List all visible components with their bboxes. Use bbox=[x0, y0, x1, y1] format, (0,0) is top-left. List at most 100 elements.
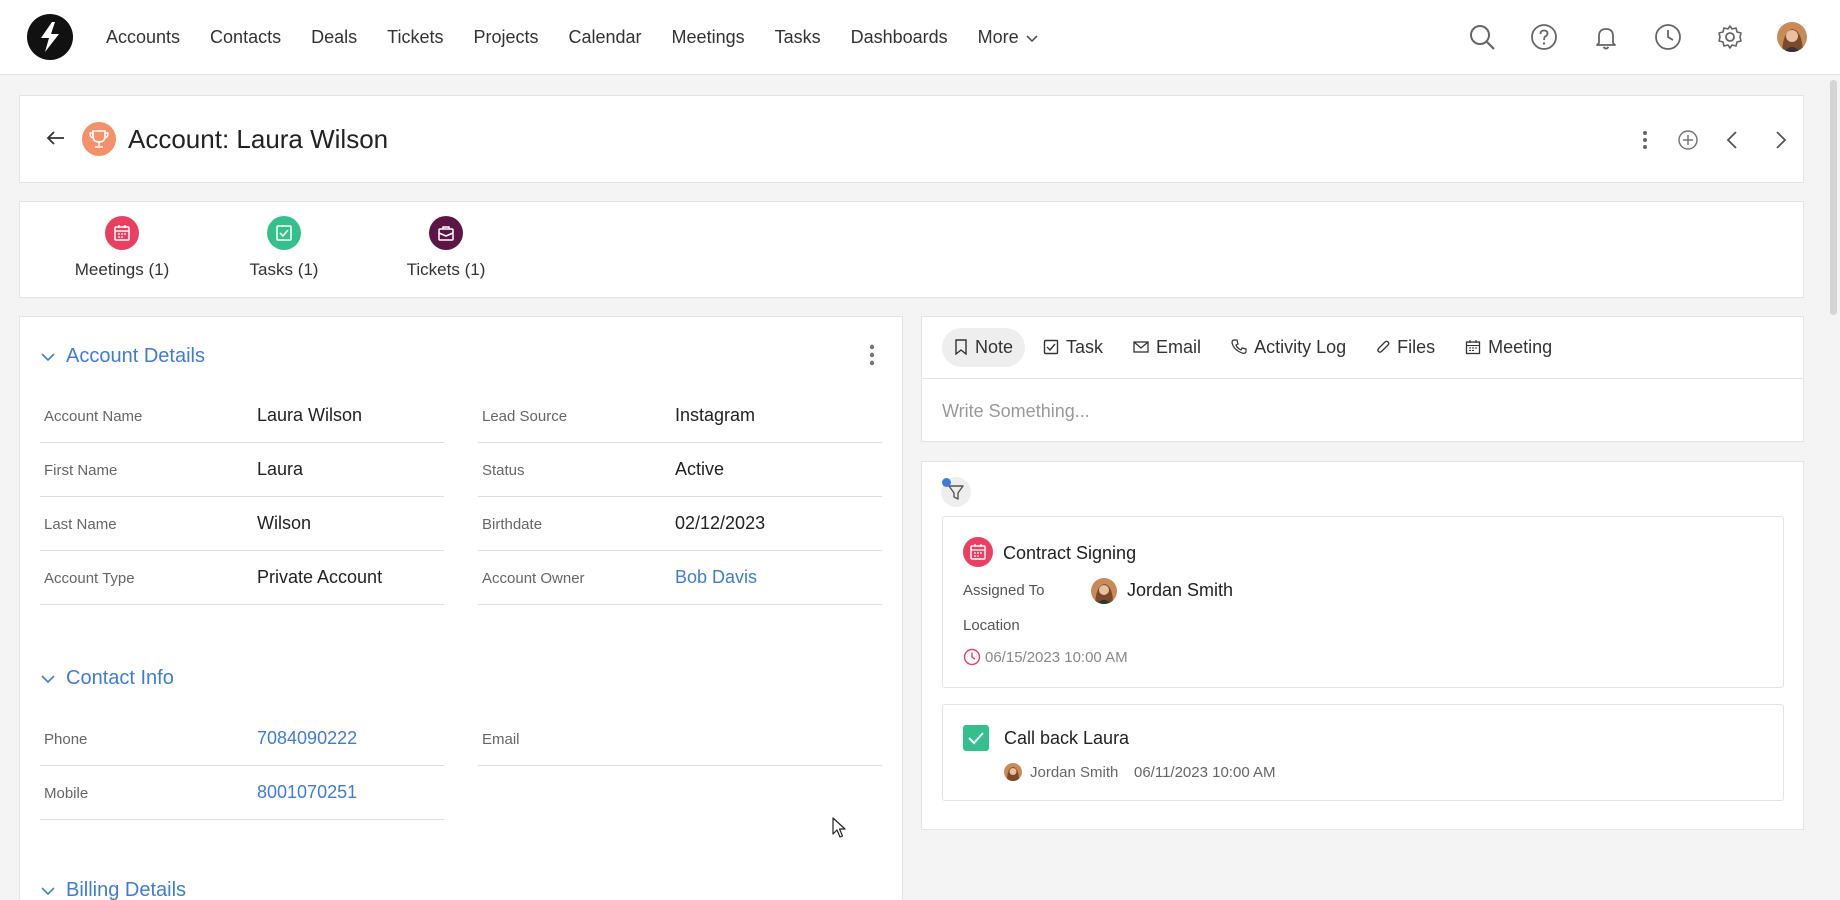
location-label: Location bbox=[963, 617, 1020, 634]
tab-meeting[interactable]: Meeting bbox=[1453, 328, 1564, 367]
calendar-icon bbox=[963, 537, 993, 567]
field-first-name: First Name Laura bbox=[40, 443, 444, 497]
field-value[interactable]: Instagram bbox=[675, 405, 755, 426]
contact-info-header[interactable]: Contact Info bbox=[40, 667, 174, 690]
composer-divider bbox=[922, 378, 1803, 379]
nav-item-contacts[interactable]: Contacts bbox=[210, 27, 281, 48]
tab-activity-log-label: Activity Log bbox=[1254, 336, 1347, 357]
task-check-icon bbox=[267, 216, 301, 250]
back-arrow-icon[interactable] bbox=[44, 126, 68, 150]
field-status: Status Active bbox=[478, 443, 882, 497]
section-more-icon[interactable] bbox=[867, 343, 877, 367]
contact-info-title: Contact Info bbox=[66, 667, 174, 689]
clock-icon bbox=[963, 648, 981, 666]
chevron-down-icon bbox=[41, 674, 55, 683]
related-meetings[interactable]: Meetings (1) bbox=[54, 216, 190, 280]
chevron-down-icon bbox=[41, 352, 55, 361]
meeting-datetime: 06/15/2023 10:00 AM bbox=[985, 649, 1128, 666]
more-options-icon[interactable] bbox=[1633, 128, 1657, 152]
field-value[interactable]: 02/12/2023 bbox=[675, 513, 765, 534]
nav-item-meetings[interactable]: Meetings bbox=[672, 27, 745, 48]
assignee-name[interactable]: Jordan Smith bbox=[1127, 580, 1233, 601]
meeting-title[interactable]: Contract Signing bbox=[1003, 543, 1136, 564]
tab-note[interactable]: Note bbox=[942, 327, 1026, 367]
activity-item-meeting[interactable]: Contract Signing Assigned To Jordan Smit… bbox=[942, 516, 1784, 688]
paperclip-icon bbox=[1377, 340, 1390, 353]
nav-item-deals[interactable]: Deals bbox=[311, 27, 357, 48]
composer-tabs: Note Task Email Activity Log Files Meeti… bbox=[942, 327, 1564, 367]
page-scrollbar-thumb[interactable] bbox=[1830, 80, 1837, 315]
assignee-avatar bbox=[1004, 763, 1022, 781]
field-value[interactable]: Wilson bbox=[257, 513, 311, 534]
nav-item-projects[interactable]: Projects bbox=[473, 27, 538, 48]
field-value[interactable]: Private Account bbox=[257, 567, 382, 588]
notification-bell-icon[interactable] bbox=[1592, 23, 1620, 51]
ticket-briefcase-icon bbox=[429, 216, 463, 250]
help-icon[interactable] bbox=[1530, 23, 1558, 51]
field-value[interactable]: Laura Wilson bbox=[257, 405, 362, 426]
billing-details-title: Billing Details bbox=[66, 879, 187, 900]
activity-item-task[interactable]: Call back Laura Jordan Smith 06/11/2023 … bbox=[942, 704, 1784, 801]
assigned-to-label: Assigned To bbox=[963, 582, 1045, 599]
related-tasks[interactable]: Tasks (1) bbox=[226, 216, 342, 280]
add-circle-icon[interactable] bbox=[1676, 128, 1700, 152]
account-details-title: Account Details bbox=[66, 345, 205, 367]
related-tickets[interactable]: Tickets (1) bbox=[384, 216, 508, 280]
field-phone: Phone 7084090222 bbox=[40, 712, 444, 766]
tab-files-label: Files bbox=[1397, 336, 1436, 357]
field-value[interactable]: Laura bbox=[257, 459, 303, 480]
user-avatar[interactable] bbox=[1777, 22, 1807, 52]
field-label: Account Owner bbox=[482, 570, 585, 587]
calendar-icon bbox=[1465, 340, 1481, 355]
nav-item-tickets[interactable]: Tickets bbox=[387, 27, 443, 48]
field-label: Lead Source bbox=[482, 408, 568, 425]
clock-icon[interactable] bbox=[1654, 23, 1682, 51]
tab-activity-log[interactable]: Activity Log bbox=[1219, 328, 1358, 367]
assignee-avatar bbox=[1091, 578, 1117, 604]
field-lead-source: Lead Source Instagram bbox=[478, 389, 882, 443]
search-icon[interactable] bbox=[1468, 23, 1496, 51]
account-details-header[interactable]: Account Details bbox=[40, 345, 205, 368]
nav-item-tasks[interactable]: Tasks bbox=[775, 27, 821, 48]
nav-more-menu[interactable]: More bbox=[978, 27, 1039, 48]
nav-item-accounts[interactable]: Accounts bbox=[106, 27, 180, 48]
task-assignee[interactable]: Jordan Smith bbox=[1030, 764, 1118, 781]
field-label: Mobile bbox=[44, 785, 89, 802]
field-label: Email bbox=[482, 731, 520, 748]
field-label: Status bbox=[482, 462, 525, 479]
tab-files[interactable]: Files bbox=[1364, 328, 1447, 367]
field-account-name: Account Name Laura Wilson bbox=[40, 389, 444, 443]
next-record-icon[interactable] bbox=[1768, 128, 1792, 152]
related-tasks-label: Tasks (1) bbox=[249, 260, 319, 279]
app-logo[interactable] bbox=[27, 14, 73, 60]
previous-record-icon[interactable] bbox=[1721, 128, 1745, 152]
chevron-down-icon bbox=[41, 886, 55, 895]
chevron-down-icon bbox=[1026, 34, 1038, 42]
field-label: Last Name bbox=[44, 516, 117, 533]
field-last-name: Last Name Wilson bbox=[40, 497, 444, 551]
related-tickets-label: Tickets (1) bbox=[406, 260, 486, 279]
calendar-icon bbox=[105, 216, 139, 250]
field-account-type: Account Type Private Account bbox=[40, 551, 444, 605]
nav-item-calendar[interactable]: Calendar bbox=[569, 27, 642, 48]
billing-details-header[interactable]: Billing Details bbox=[40, 879, 186, 900]
task-check-icon[interactable] bbox=[963, 725, 989, 751]
phone-link[interactable]: 7084090222 bbox=[257, 728, 357, 749]
trophy-icon bbox=[82, 122, 116, 156]
task-title[interactable]: Call back Laura bbox=[1004, 728, 1129, 749]
gear-icon[interactable] bbox=[1716, 23, 1744, 51]
tab-email[interactable]: Email bbox=[1121, 328, 1213, 367]
field-label: First Name bbox=[44, 462, 118, 479]
mouse-cursor-icon bbox=[832, 817, 846, 838]
nav-item-dashboards[interactable]: Dashboards bbox=[851, 27, 948, 48]
note-input[interactable]: Write Something... bbox=[942, 401, 1090, 422]
account-owner-link[interactable]: Bob Davis bbox=[675, 567, 757, 588]
field-value[interactable]: Active bbox=[675, 459, 724, 480]
tab-task-label: Task bbox=[1066, 336, 1104, 357]
phone-icon bbox=[1231, 339, 1247, 354]
field-label: Birthdate bbox=[482, 516, 543, 533]
mobile-link[interactable]: 8001070251 bbox=[257, 782, 357, 803]
main-menu: Accounts Contacts Deals Tickets Projects… bbox=[106, 0, 1069, 75]
tab-task[interactable]: Task bbox=[1031, 328, 1115, 367]
activity-composer: Note Task Email Activity Log Files Meeti… bbox=[921, 316, 1804, 442]
